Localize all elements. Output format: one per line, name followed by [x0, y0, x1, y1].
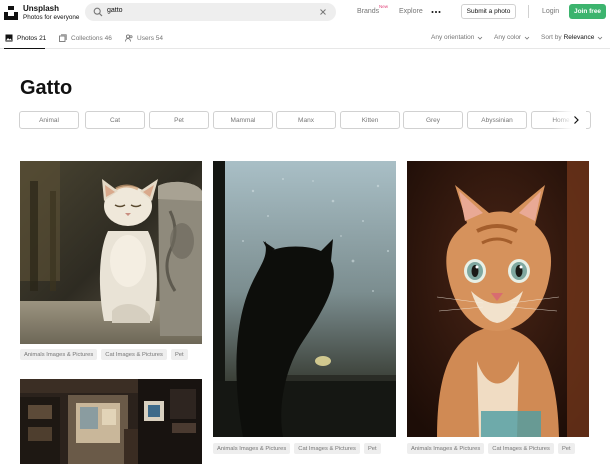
- related-chip[interactable]: Grey: [403, 111, 463, 129]
- related-chip[interactable]: Manx: [276, 111, 336, 129]
- photo-tag[interactable]: Animals Images & Pictures: [20, 349, 98, 360]
- photo-tag[interactable]: Pet: [557, 443, 575, 454]
- tab-users-count: 54: [155, 34, 164, 42]
- users-icon: [125, 34, 133, 42]
- logo-tagline: Photos for everyone: [23, 14, 80, 21]
- submit-photo-button[interactable]: Submit a photo: [461, 4, 516, 19]
- search-icon[interactable]: [93, 7, 103, 17]
- search-filters-bar: Photos 21 Collections 46 Users 54 Any or…: [0, 28, 610, 49]
- new-badge: New: [379, 4, 389, 9]
- photo-icon: [5, 34, 13, 42]
- orientation-label: Any orientation: [431, 34, 475, 41]
- related-chip[interactable]: Pet: [149, 111, 209, 129]
- related-chip[interactable]: Kitten: [340, 111, 400, 129]
- tab-collections[interactable]: Collections 46: [59, 34, 112, 42]
- tab-photos[interactable]: Photos 21: [5, 34, 46, 42]
- active-tab-indicator: [4, 48, 45, 49]
- unsplash-logo-icon: [4, 6, 18, 20]
- related-chip[interactable]: Cat: [85, 111, 145, 129]
- photo-white-cat[interactable]: [20, 161, 202, 344]
- sort-prefix: Sort by: [541, 34, 562, 41]
- close-icon[interactable]: [318, 7, 328, 17]
- photo-tag[interactable]: Animals Images & Pictures: [213, 443, 291, 454]
- chevron-right-icon[interactable]: [571, 115, 581, 125]
- search-bar[interactable]: gatto: [85, 3, 336, 21]
- nav-brands[interactable]: Brands: [357, 8, 379, 15]
- photo-interior[interactable]: [20, 379, 202, 464]
- more-dots-icon[interactable]: [431, 8, 441, 16]
- nav-explore[interactable]: Explore: [399, 8, 423, 15]
- tab-users[interactable]: Users 54: [125, 34, 163, 42]
- related-chip[interactable]: Abyssinian: [467, 111, 527, 129]
- tab-collections-count: 46: [104, 34, 112, 42]
- photo-tag[interactable]: Pet: [363, 443, 381, 454]
- color-label: Any color: [494, 34, 522, 41]
- chevron-down-icon: [524, 35, 530, 41]
- photo-tag[interactable]: Cat Images & Pictures: [294, 443, 360, 454]
- chevron-down-icon: [597, 35, 603, 41]
- photo-tags: Animals Images & Pictures Cat Images & P…: [213, 443, 385, 454]
- search-input[interactable]: gatto: [107, 7, 123, 14]
- related-chip[interactable]: Animal: [19, 111, 79, 129]
- collections-icon: [59, 34, 67, 42]
- tab-photos-label: Photos: [17, 34, 38, 42]
- logo-name: Unsplash: [23, 4, 60, 13]
- photo-cat-window[interactable]: [213, 161, 396, 437]
- photo-tag[interactable]: Pet: [170, 349, 188, 360]
- top-header: Unsplash Photos for everyone gatto Brand…: [0, 0, 610, 26]
- related-chip[interactable]: Mammal: [213, 111, 273, 129]
- tab-photos-count: 21: [39, 34, 47, 42]
- photo-tag[interactable]: Cat Images & Pictures: [101, 349, 167, 360]
- login-link[interactable]: Login: [542, 8, 559, 15]
- color-dropdown[interactable]: Any color: [494, 34, 530, 41]
- unsplash-logo[interactable]: Unsplash Photos for everyone: [4, 4, 79, 22]
- tab-collections-label: Collections: [71, 34, 103, 42]
- orientation-dropdown[interactable]: Any orientation: [431, 34, 483, 41]
- photo-tag[interactable]: Cat Images & Pictures: [488, 443, 554, 454]
- join-free-button[interactable]: Join free: [569, 4, 606, 19]
- tab-users-label: Users: [137, 34, 154, 42]
- page-title: Gatto: [20, 77, 73, 99]
- header-divider: [528, 5, 529, 18]
- chevron-down-icon: [477, 35, 483, 41]
- photo-tags: Animals Images & Pictures Cat Images & P…: [407, 443, 579, 454]
- sort-dropdown[interactable]: Sort by Relevance: [541, 34, 603, 41]
- photo-tag[interactable]: Animals Images & Pictures: [407, 443, 485, 454]
- related-searches: Animal Cat Pet Mammal Manx Kitten Grey A…: [19, 111, 599, 130]
- photo-tags: Animals Images & Pictures Cat Images & P…: [20, 349, 192, 360]
- sort-value: Relevance: [563, 34, 595, 41]
- photo-orange-cat[interactable]: [407, 161, 589, 437]
